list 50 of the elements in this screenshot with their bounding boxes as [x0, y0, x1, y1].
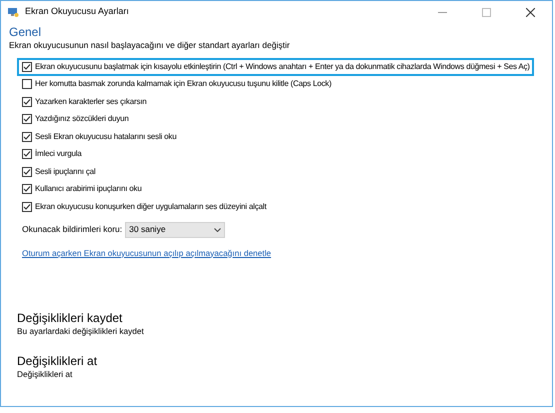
action-title[interactable]: Değişiklikleri at: [17, 354, 544, 369]
checkbox-option[interactable]: İmleci vurgula: [17, 146, 86, 163]
duration-dropdown[interactable]: 30 saniye: [125, 222, 226, 238]
checkbox[interactable]: [22, 166, 32, 177]
checkbox-option[interactable]: Yazarken karakterler ses çıkarsın: [17, 93, 151, 110]
checkbox[interactable]: [22, 96, 32, 107]
checkbox-label: İmleci vurgula: [35, 148, 82, 160]
checkbox-option[interactable]: Ekran okuyucusunu başlatmak için kısayolu etkinleştirin (Ctrl + Windows anahtarı + Enter ya da dokunmatik cihazlarda Windows düğmesi + Ses Aç): [17, 58, 534, 76]
checkmark-icon: [23, 168, 31, 176]
checkbox-option[interactable]: Ekran okuyucusu konuşurken diğer uygulamaların ses düzeyini alçalt: [17, 198, 270, 216]
checkmark-icon: [23, 150, 31, 158]
window-title: Ekran Okuyucusu Ayarları: [25, 5, 129, 18]
action-description: Bu ayarlardaki değişiklikleri kaydet: [17, 326, 145, 337]
checkbox-option[interactable]: Sesli ipuçlarını çal: [17, 163, 100, 180]
maximize-icon: [482, 8, 490, 16]
checkmark-icon: [23, 115, 31, 124]
checkbox[interactable]: [22, 62, 32, 72]
checkbox-label: Sesli ipuçlarını çal: [35, 166, 96, 178]
section-title: Genel: [9, 24, 42, 40]
checkbox[interactable]: [22, 79, 32, 90]
checkbox-label: Ekran okuyucusu konuşurken diğer uygulamaların ses düzeyini alçalt: [35, 200, 266, 213]
action-description: Değişiklikleri at: [17, 368, 74, 380]
chevron-down-icon: [214, 228, 222, 232]
checkbox-label: Kullanıcı arabirimi ipuçlarını oku: [35, 183, 142, 196]
checkbox-label: Yazarken karakterler ses çıkarsın: [35, 96, 147, 108]
checkbox-label: Sesli Ekran okuyucusu hatalarını sesli oku: [35, 130, 176, 143]
close-icon: [526, 8, 534, 16]
checkmark-icon: [23, 62, 31, 71]
checkmark-icon: [23, 98, 31, 106]
checkbox[interactable]: [22, 132, 32, 142]
checkbox-option[interactable]: Her komutta basmak zorunda kalmamak için Ekran okuyucusu tuşunu kilitle (Caps Lock): [17, 76, 336, 93]
checkbox-label: Ekran okuyucusunu başlatmak için kısayolu etkinleştirin (Ctrl + Windows anahtarı + Enter ya da dokunmatik cihazlarda Windows düğmesi + Ses Aç): [35, 60, 530, 73]
checkbox-option[interactable]: Yazdığınız sözcükleri duyun: [17, 110, 133, 128]
checkmark-icon: [23, 132, 31, 141]
checkbox[interactable]: [22, 149, 32, 160]
notification-label: Okunacak bildirimleri koru:: [22, 223, 122, 236]
checkbox[interactable]: [22, 114, 32, 124]
checkbox[interactable]: [22, 202, 32, 212]
monitor-icon: [7, 6, 19, 18]
checkbox-label: Her komutta basmak zorunda kalmamak için Ekran okuyucusu tuşunu kilitle (Caps Lock): [35, 78, 332, 90]
checkbox-option[interactable]: Sesli Ekran okuyucusu hatalarını sesli oku: [17, 128, 180, 146]
dropdown-value: 30 saniye: [129, 223, 166, 236]
checkmark-icon: [23, 185, 31, 194]
section-subtitle: Ekran okuyucusunun nasıl başlayacağını ve diğer standart ayarları değiştir: [9, 40, 291, 51]
checkbox-option[interactable]: Kullanıcı arabirimi ipuçlarını oku: [17, 180, 146, 198]
action-title[interactable]: Değişiklikleri kaydet: [17, 310, 544, 326]
logon-link[interactable]: Oturum açarken Ekran okuyucusunun açılıp açılmayacağını denetle: [22, 246, 272, 259]
checkbox-label: Yazdığınız sözcükleri duyun: [35, 113, 129, 126]
checkbox[interactable]: [22, 184, 32, 194]
checkmark-icon: [23, 202, 31, 211]
